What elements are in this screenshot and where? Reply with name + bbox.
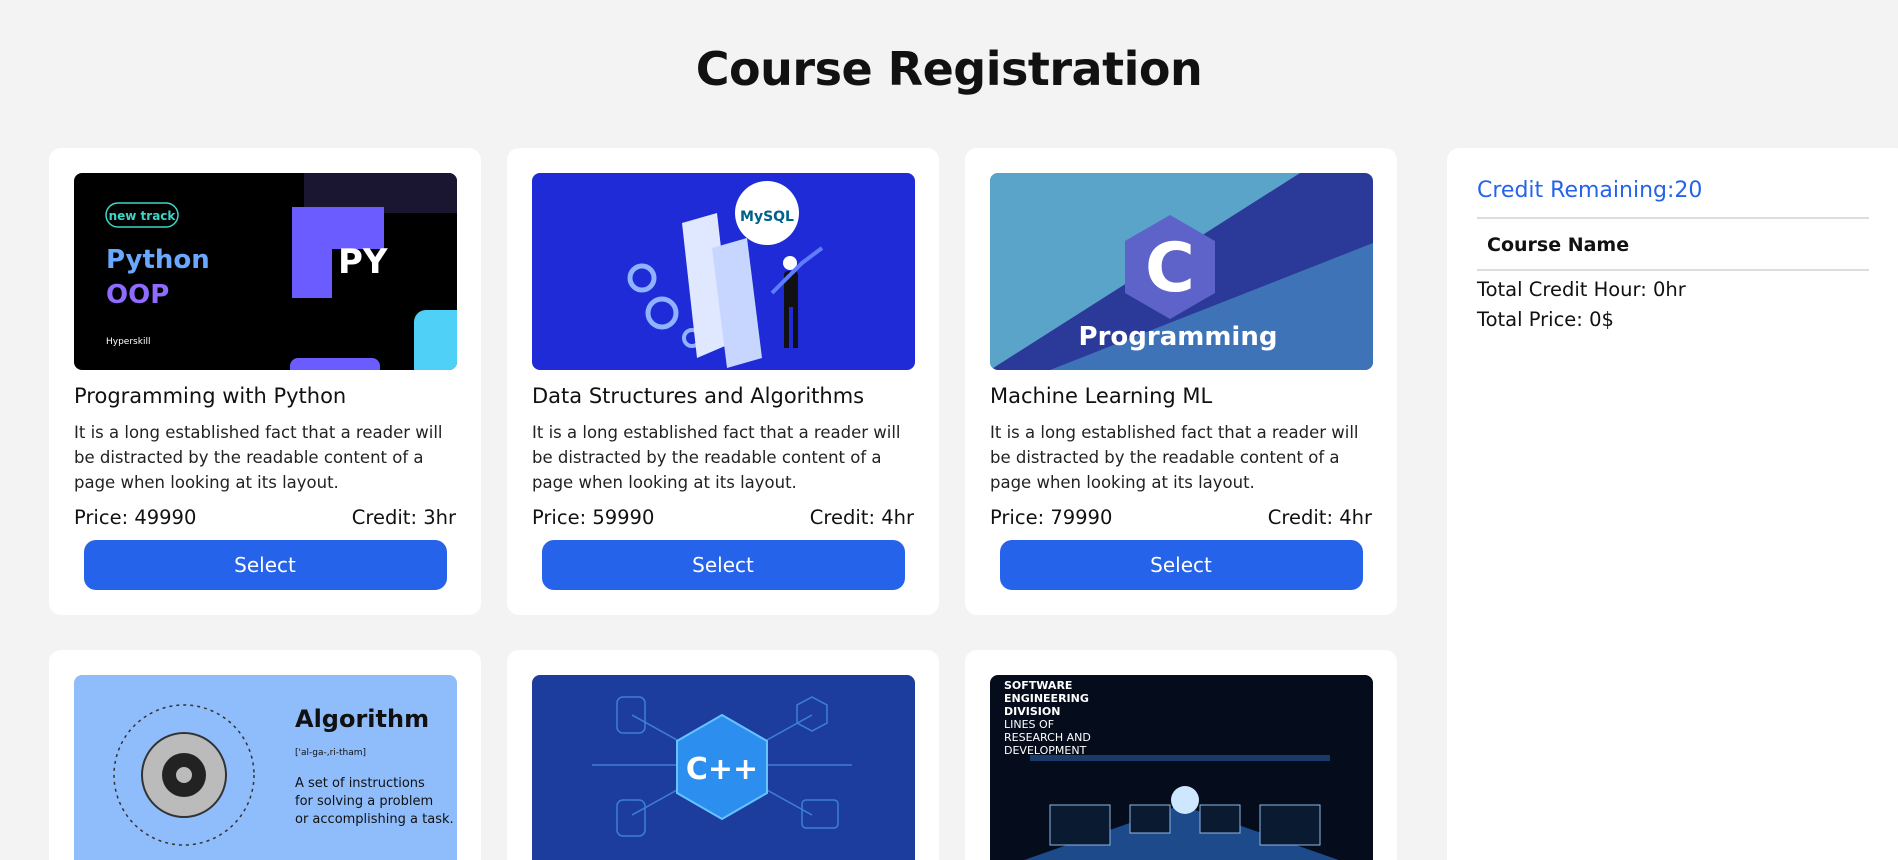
select-button[interactable]: Select [83, 540, 447, 590]
svg-text:Programming: Programming [1079, 322, 1278, 352]
svg-text:C: C [1145, 229, 1195, 308]
svg-text:new track: new track [109, 209, 177, 223]
svg-text:DEVELOPMENT: DEVELOPMENT [1004, 744, 1087, 757]
course-card: new track Python OOP PY Hyperskill Progr… [49, 148, 481, 615]
svg-text:or accomplishing a task.: or accomplishing a task. [295, 812, 454, 827]
svg-text:LINES OF: LINES OF [1004, 718, 1054, 731]
svg-text:ENGINEERING: ENGINEERING [1004, 692, 1089, 705]
course-price: Price: 59990 [532, 506, 655, 529]
svg-text:MySQL: MySQL [740, 209, 794, 225]
svg-text:Hyperskill: Hyperskill [106, 337, 150, 347]
select-button[interactable]: Select [999, 540, 1363, 590]
course-thumbnail-cpp: C++ [532, 675, 915, 860]
course-meta: Price: 59990 Credit: 4hr [532, 506, 914, 529]
divider [1477, 217, 1869, 219]
course-title: Data Structures and Algorithms [532, 384, 865, 408]
credit-remaining: Credit Remaining:20 [1477, 178, 1703, 203]
course-price: Price: 49990 [74, 506, 197, 529]
svg-text:DIVISION: DIVISION [1004, 705, 1060, 718]
course-description: It is a long established fact that a rea… [74, 423, 443, 492]
svg-text:['al-ga-,ri-tham]: ['al-ga-,ri-tham] [295, 748, 366, 758]
svg-text:Algorithm: Algorithm [295, 705, 429, 733]
svg-text:OOP: OOP [106, 280, 169, 310]
cart-panel: Credit Remaining:20 Course Name Total Cr… [1447, 148, 1898, 860]
total-credit-hour: Total Credit Hour: 0hr [1477, 278, 1686, 301]
select-button[interactable]: Select [541, 540, 905, 590]
course-card: Algorithm ['al-ga-,ri-tham] A set of ins… [49, 650, 481, 860]
course-thumbnail-c: C Programming [990, 173, 1373, 370]
total-price: Total Price: 0$ [1477, 308, 1614, 331]
course-thumbnail-algorithm: Algorithm ['al-ga-,ri-tham] A set of ins… [74, 675, 457, 860]
divider [1477, 269, 1869, 271]
course-card: SOFTWARE ENGINEERING DIVISION LINES OF R… [965, 650, 1397, 860]
course-meta: Price: 79990 Credit: 4hr [990, 506, 1372, 529]
course-description: It is a long established fact that a rea… [532, 423, 901, 492]
course-description: It is a long established fact that a rea… [990, 423, 1359, 492]
course-credit: Credit: 4hr [1267, 506, 1372, 529]
course-title: Machine Learning ML [990, 384, 1213, 408]
course-credit: Credit: 4hr [809, 506, 914, 529]
svg-text:for solving a problem: for solving a problem [295, 794, 433, 809]
svg-text:SOFTWARE: SOFTWARE [1004, 679, 1072, 692]
page-title: Course Registration [695, 42, 1203, 96]
course-thumbnail-dsa: MySQL [532, 173, 915, 370]
svg-text:RESEARCH AND: RESEARCH AND [1004, 731, 1091, 744]
course-name-header: Course Name [1487, 234, 1630, 256]
course-card: C Programming Machine Learning ML It is … [965, 148, 1397, 615]
course-credit: Credit: 3hr [351, 506, 456, 529]
svg-text:Python: Python [106, 245, 210, 275]
course-card: MySQL Data Structures and Algorithms It … [507, 148, 939, 615]
svg-text:PY: PY [338, 242, 388, 282]
course-card: C++ [507, 650, 939, 860]
course-title: Programming with Python [74, 384, 347, 408]
svg-text:A set of instructions: A set of instructions [295, 776, 425, 791]
svg-text:C++: C++ [686, 752, 758, 787]
course-meta: Price: 49990 Credit: 3hr [74, 506, 456, 529]
course-price: Price: 79990 [990, 506, 1113, 529]
course-thumbnail-software-engineering: SOFTWARE ENGINEERING DIVISION LINES OF R… [990, 675, 1373, 860]
course-thumbnail-python: new track Python OOP PY Hyperskill [74, 173, 457, 370]
